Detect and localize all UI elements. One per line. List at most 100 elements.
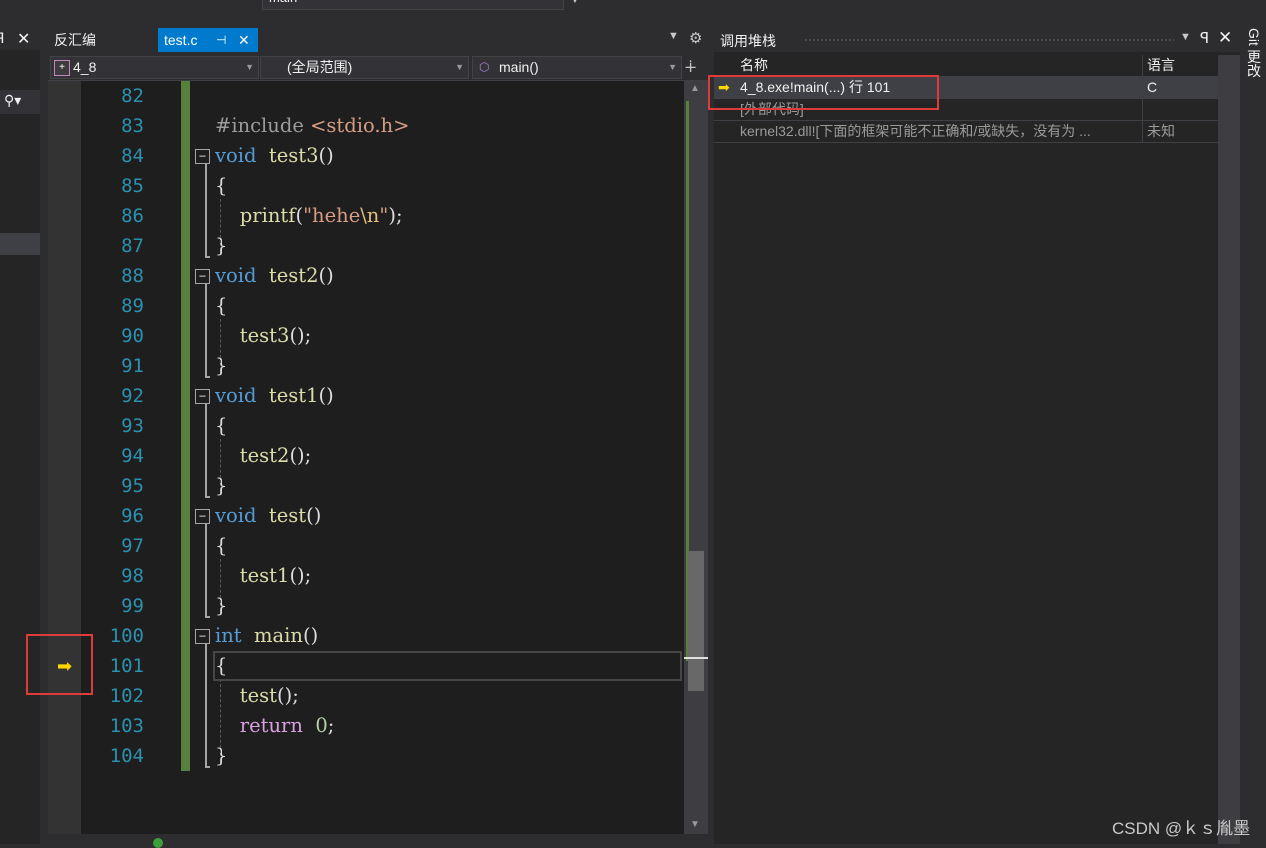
pin-tab-icon[interactable]: ⊣ (216, 28, 226, 52)
chevron-down-icon[interactable]: ▼ (1180, 31, 1191, 43)
code-token: printf (239, 204, 296, 227)
pin-icon[interactable]: ꟼ (0, 30, 4, 47)
scroll-down-icon[interactable]: ▼ (690, 819, 700, 830)
watermark: CSDN @ｋｓ胤墨 (1112, 819, 1251, 838)
left-panel-search[interactable]: ⚲▾ (0, 90, 40, 114)
collapse-icon[interactable]: − (195, 509, 210, 524)
code-token: { (215, 294, 228, 317)
collapse-icon[interactable]: − (195, 269, 210, 284)
code-token: test2 (268, 264, 319, 287)
code-line[interactable]: { (215, 294, 227, 317)
code-line[interactable]: } (215, 474, 227, 497)
search-icon: ⚲▾ (4, 92, 22, 108)
frame-name: kernel32.dll![下面的框架可能不正确和/或缺失，没有为 ... (740, 123, 1091, 139)
code-line[interactable]: } (215, 594, 227, 617)
column-header-name[interactable]: 名称 (740, 55, 1136, 76)
split-window-icon[interactable]: ∔ (684, 57, 697, 77)
code-line[interactable]: int main() (215, 624, 318, 647)
chevron-down-icon: ▼ (455, 62, 464, 72)
chevron-down-icon[interactable]: ▼ (570, 0, 580, 6)
glyph-margin[interactable] (48, 81, 81, 834)
collapse-icon[interactable]: − (195, 389, 210, 404)
tab-disassembly[interactable]: 反汇编 (48, 28, 152, 52)
right-tool-rail: Git 更改 (1240, 28, 1266, 844)
line-number: 91 (121, 355, 144, 377)
code-token: test3 (239, 324, 290, 347)
line-number: 82 (121, 85, 144, 107)
code-line[interactable]: test(); (215, 684, 299, 707)
annotation-highlight-box (708, 75, 939, 110)
tab-test-c[interactable]: test.c ⊣ ✕ (158, 28, 258, 52)
line-number: 84 (121, 145, 144, 167)
chevron-down-icon: ▼ (245, 62, 254, 72)
annotation-highlight-box (26, 634, 93, 695)
code-token: test1 (239, 564, 290, 587)
scope-dropdown[interactable]: (全局范围) ▼ (260, 56, 469, 79)
left-panel-selected-item[interactable] (0, 233, 40, 255)
fold-guide (205, 164, 210, 258)
code-token: () (318, 264, 334, 287)
code-token: () (306, 504, 322, 527)
code-line[interactable]: printf("hehe\n"); (215, 204, 403, 227)
line-number: 100 (109, 625, 144, 647)
collapse-icon[interactable]: − (195, 149, 210, 164)
code-line[interactable]: { (215, 414, 227, 437)
scroll-up-icon[interactable]: ▲ (690, 83, 700, 94)
code-line[interactable]: void test1() (215, 384, 334, 407)
code-line[interactable]: } (215, 234, 227, 257)
code-token: void (215, 264, 257, 287)
close-icon[interactable]: ✕ (17, 29, 30, 49)
code-line[interactable]: } (215, 354, 227, 377)
tab-list-dropdown-icon[interactable]: ▼ (668, 30, 679, 42)
function-dropdown[interactable]: ⬡ main() ▼ (472, 56, 682, 79)
drag-grip[interactable] (804, 38, 1174, 42)
code-line[interactable]: return 0; (215, 714, 335, 737)
call-stack-header: 调用堆栈 ▼ ꟼ ✕ (714, 28, 1240, 52)
code-token: (); (277, 684, 299, 707)
code-line[interactable]: void test3() (215, 144, 334, 167)
collapse-icon[interactable]: − (195, 629, 210, 644)
code-editor[interactable]: 82 83 #include <stdio.h> 84 void test3() 85{8… (48, 81, 708, 834)
editor-vertical-scrollbar[interactable]: ▲ ▼ (684, 81, 708, 834)
code-line[interactable]: void test() (215, 504, 321, 527)
close-tab-icon[interactable]: ✕ (238, 28, 250, 52)
code-token: { (215, 414, 228, 437)
scrollbar-thumb[interactable] (688, 551, 704, 691)
code-token: ); (388, 204, 403, 227)
code-line[interactable]: test3(); (215, 324, 311, 347)
code-line[interactable]: test2(); (215, 444, 311, 467)
frame-language: 未知 (1142, 121, 1223, 142)
code-line[interactable]: test1(); (215, 564, 311, 587)
code-token: " (379, 204, 389, 227)
line-number: 102 (109, 685, 144, 707)
code-token: test1 (268, 384, 319, 407)
code-token: } (215, 744, 228, 767)
code-line[interactable]: { (215, 174, 227, 197)
tab-test-c-label: test.c (164, 32, 198, 48)
editor-status-bar (48, 834, 708, 848)
fold-guide (205, 644, 210, 768)
line-number: 103 (109, 715, 144, 737)
gear-icon[interactable]: ⚙ (689, 29, 702, 47)
code-line[interactable]: void test2() (215, 264, 334, 287)
column-header-language[interactable]: 语言 (1142, 55, 1223, 76)
close-icon[interactable]: ✕ (1218, 28, 1232, 48)
splitter[interactable] (40, 28, 48, 844)
line-number: 94 (121, 445, 144, 467)
code-line[interactable]: { (215, 534, 227, 557)
indent-guide (220, 679, 221, 753)
toolbar-function-combo[interactable]: main (262, 0, 564, 10)
code-line[interactable]: #include <stdio.h> (215, 114, 409, 137)
git-changes-tab[interactable]: Git 更改 (1244, 28, 1264, 78)
call-stack-scrollbar[interactable] (1218, 55, 1240, 844)
project-dropdown[interactable]: + 4_8 ▼ (50, 56, 259, 79)
code-token: } (215, 594, 228, 617)
code-line[interactable]: } (215, 744, 227, 767)
table-row[interactable]: kernel32.dll![下面的框架可能不正确和/或缺失，没有为 ... 未知 (714, 121, 1218, 143)
code-token: "hehe (303, 204, 361, 227)
pin-icon[interactable]: ꟼ (1200, 29, 1209, 47)
